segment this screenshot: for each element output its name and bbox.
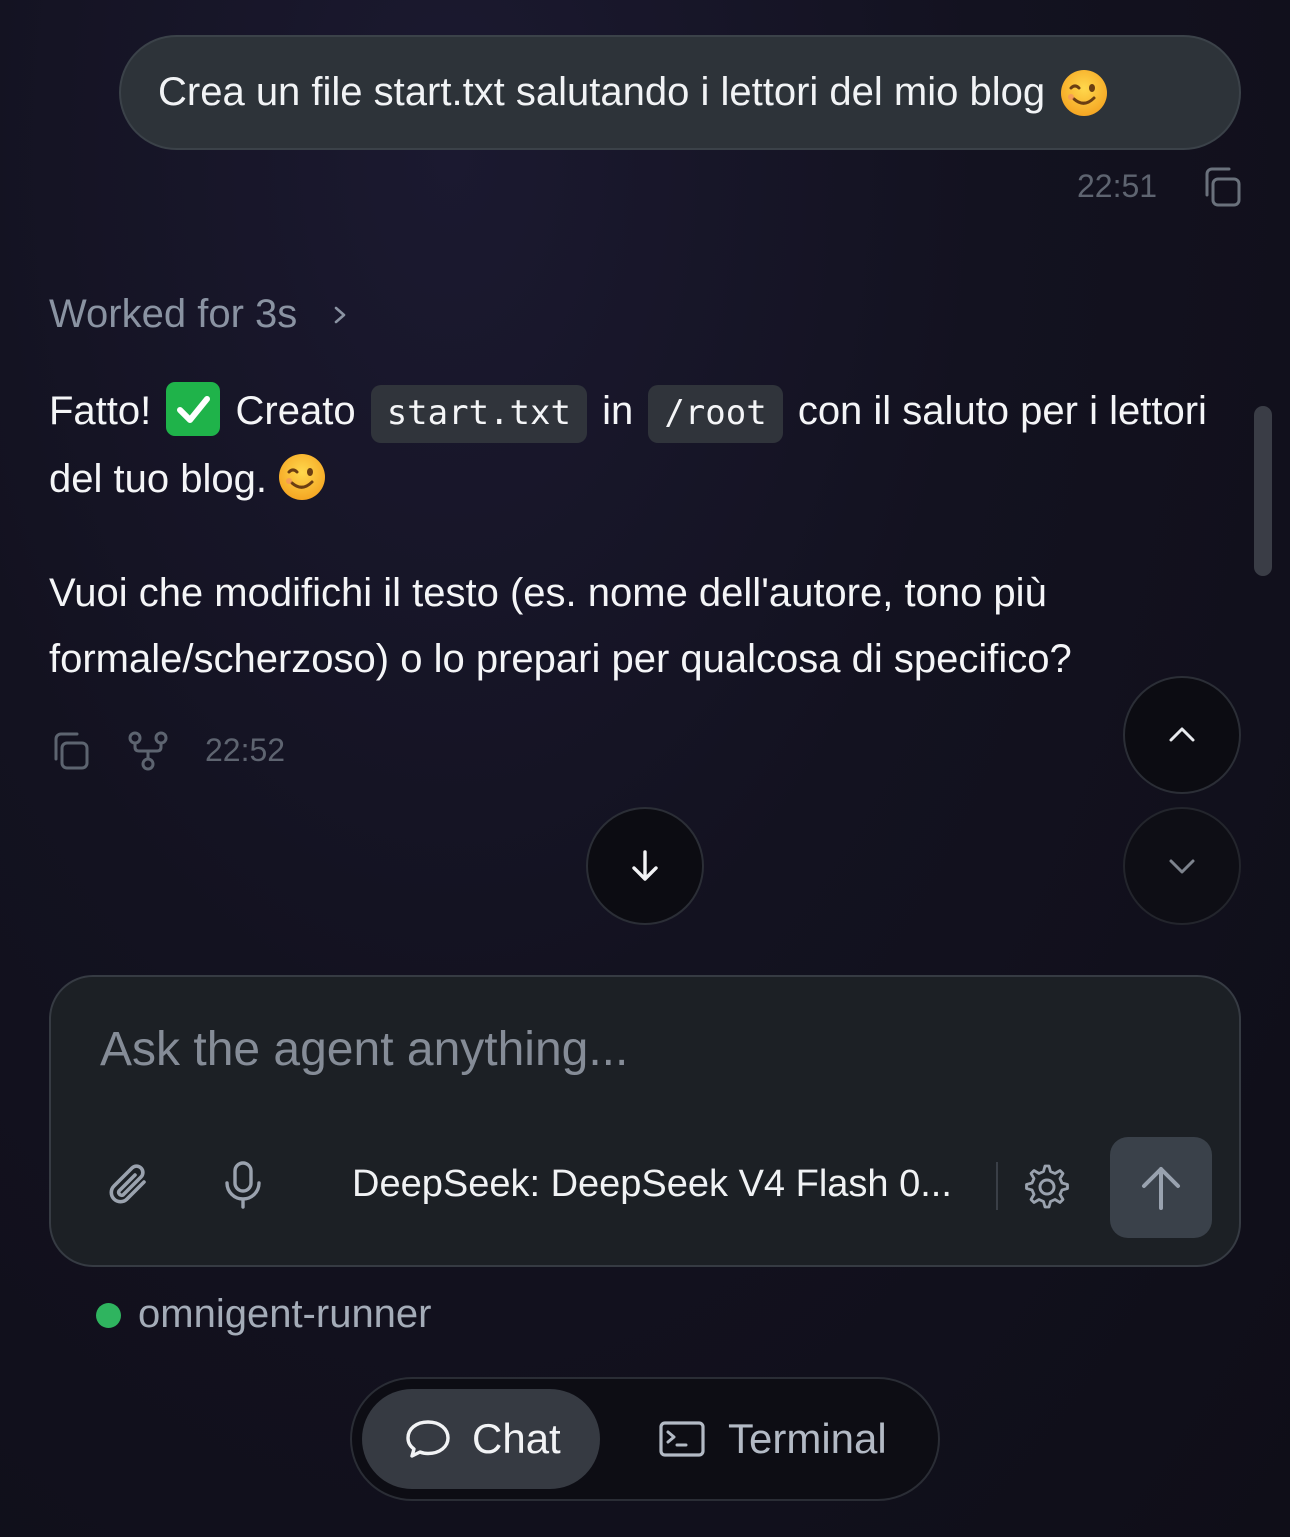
copy-icon[interactable] — [49, 730, 91, 772]
scroll-to-bottom-button[interactable] — [586, 807, 704, 925]
copy-icon[interactable] — [1199, 165, 1243, 209]
tab-chat[interactable]: Chat — [362, 1389, 600, 1489]
next-message-button[interactable] — [1123, 807, 1241, 925]
assistant-paragraph-2: Vuoi che modifichi il testo (es. nome de… — [49, 571, 1072, 681]
worked-for-label: Worked for 3s — [49, 292, 298, 336]
tab-terminal[interactable]: Terminal — [658, 1389, 887, 1489]
chat-bubble-icon — [406, 1420, 450, 1458]
winking-face-icon — [1061, 69, 1108, 116]
scrollbar-thumb[interactable] — [1254, 406, 1272, 576]
model-selector[interactable]: DeepSeek: DeepSeek V4 Flash 0... — [352, 1163, 952, 1206]
assistant-message: Fatto! Creato start.txt in /root con il … — [49, 378, 1229, 692]
chevron-up-icon — [1169, 727, 1195, 742]
send-button[interactable] — [1110, 1137, 1212, 1238]
inline-code-filename: start.txt — [370, 385, 587, 443]
inline-code-path: /root — [648, 385, 783, 443]
arrow-up-icon — [1142, 1166, 1180, 1210]
user-message-bubble: Crea un file start.txt salutando i letto… — [119, 35, 1241, 150]
previous-message-button[interactable] — [1123, 676, 1241, 794]
assistant-message-time: 22:52 — [205, 732, 286, 768]
user-message-text: Crea un file start.txt salutando i letto… — [158, 70, 1046, 114]
paperclip-icon[interactable] — [104, 1160, 154, 1210]
chevron-right-icon — [334, 306, 346, 323]
runner-status-dot — [96, 1303, 121, 1328]
worked-for-toggle[interactable]: Worked for 3s — [49, 292, 351, 337]
gear-icon[interactable] — [1022, 1162, 1072, 1212]
assistant-paragraph-1: Fatto! Creato start.txt in /root con il … — [49, 378, 1229, 512]
terminal-icon — [659, 1421, 705, 1457]
arrow-down-icon — [632, 850, 658, 881]
tab-terminal-label: Terminal — [728, 1415, 887, 1462]
microphone-icon[interactable] — [220, 1160, 266, 1210]
divider — [996, 1162, 998, 1210]
check-mark-icon — [166, 382, 221, 437]
tab-chat-label: Chat — [472, 1415, 561, 1462]
chevron-down-icon — [1169, 859, 1195, 874]
composer — [49, 975, 1241, 1267]
winking-face-icon — [278, 454, 325, 501]
branch-icon[interactable] — [127, 730, 169, 772]
message-input[interactable] — [100, 1022, 1100, 1077]
runner-name: omnigent-runner — [138, 1292, 432, 1336]
user-message-time: 22:51 — [1077, 168, 1158, 204]
